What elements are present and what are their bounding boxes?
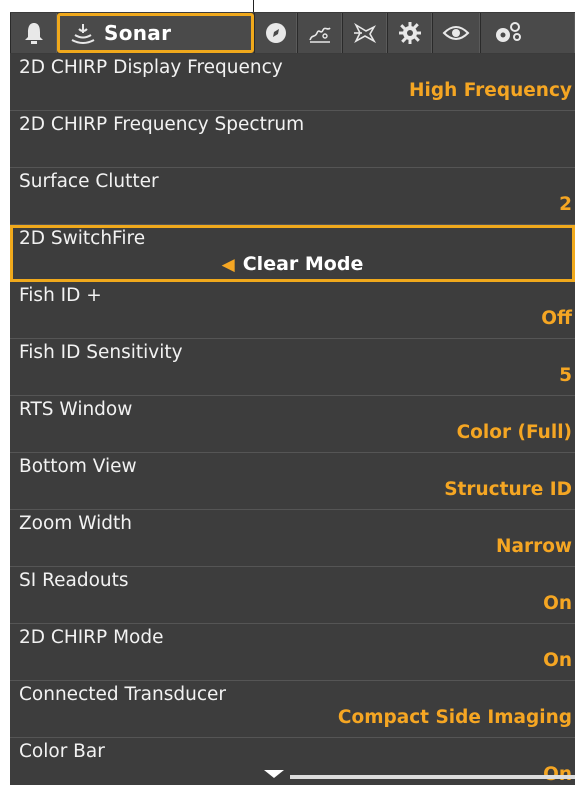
row-label: 2D CHIRP Display Frequency — [19, 57, 283, 78]
tab-accessories[interactable] — [480, 13, 575, 53]
tab-sonar-label: Sonar — [104, 21, 172, 45]
switchfire-selector[interactable]: ◀ Clear Mode — [13, 253, 572, 275]
compass-icon — [264, 21, 288, 45]
row-label: RTS Window — [19, 399, 133, 420]
sonar-icon — [70, 21, 96, 45]
row-label: 2D SwitchFire — [19, 228, 146, 249]
row-zoom-width[interactable]: Zoom Width Narrow — [10, 510, 575, 567]
row-label: Fish ID Sensitivity — [19, 342, 183, 363]
row-bottom-view[interactable]: Bottom View Structure ID — [10, 453, 575, 510]
row-surface-clutter[interactable]: Surface Clutter 2 — [10, 168, 575, 225]
row-label: Bottom View — [19, 456, 137, 477]
row-value: Compact Side Imaging — [337, 707, 572, 728]
tab-sonar[interactable]: Sonar — [57, 13, 254, 53]
row-value: Structure ID — [444, 479, 572, 500]
row-connected-transducer[interactable]: Connected Transducer Compact Side Imagin… — [10, 681, 575, 738]
row-label: 2D CHIRP Frequency Spectrum — [19, 114, 305, 135]
map-icon — [308, 22, 332, 44]
tab-fish[interactable] — [342, 13, 387, 53]
eye-icon — [442, 23, 470, 43]
row-value: On — [543, 650, 572, 671]
gears-icon — [493, 21, 523, 45]
tab-chart[interactable] — [297, 13, 342, 53]
row-si-readouts[interactable]: SI Readouts On — [10, 567, 575, 624]
settings-list: 2D CHIRP Display Frequency High Frequenc… — [10, 54, 575, 785]
row-label: Fish ID + — [19, 285, 102, 306]
row-label: Surface Clutter — [19, 171, 159, 192]
row-label: Color Bar — [19, 741, 105, 762]
scroll-bar[interactable] — [290, 775, 575, 779]
row-2d-chirp-display-frequency[interactable]: 2D CHIRP Display Frequency High Frequenc… — [10, 54, 575, 111]
row-fish-id-sensitivity[interactable]: Fish ID Sensitivity 5 — [10, 339, 575, 396]
callout-line — [253, 0, 254, 12]
row-label: Zoom Width — [19, 513, 132, 534]
gear-icon — [398, 21, 422, 45]
tab-setup[interactable] — [387, 13, 432, 53]
row-rts-window[interactable]: RTS Window Color (Full) — [10, 396, 575, 453]
tab-alarms[interactable] — [10, 13, 57, 53]
menu-tab-bar: Sonar — [10, 12, 575, 55]
row-2d-switchfire[interactable]: 2D SwitchFire ◀ Clear Mode — [10, 225, 575, 282]
settings-panel: Sonar 2D CHIRP Display Frequency High Fr… — [10, 12, 575, 785]
bell-icon — [23, 21, 45, 45]
row-value: Narrow — [495, 536, 572, 557]
row-value: On — [543, 593, 572, 614]
row-label: 2D CHIRP Mode — [19, 627, 164, 648]
row-2d-chirp-mode[interactable]: 2D CHIRP Mode On — [10, 624, 575, 681]
row-value: 5 — [559, 365, 572, 386]
row-label: Connected Transducer — [19, 684, 227, 705]
row-2d-chirp-frequency-spectrum[interactable]: 2D CHIRP Frequency Spectrum — [10, 111, 575, 168]
row-value: Off — [541, 308, 572, 329]
row-value: Clear Mode — [242, 253, 364, 275]
left-arrow-icon[interactable]: ◀ — [222, 255, 235, 275]
row-fish-id-plus[interactable]: Fish ID + Off — [10, 282, 575, 339]
row-value: 2 — [559, 194, 572, 215]
tab-views[interactable] — [432, 13, 480, 53]
row-value: Color (Full) — [456, 422, 572, 443]
fish-icon — [352, 21, 378, 45]
row-label: SI Readouts — [19, 570, 129, 591]
row-value: High Frequency — [409, 80, 572, 101]
tab-navigation[interactable] — [254, 13, 297, 53]
